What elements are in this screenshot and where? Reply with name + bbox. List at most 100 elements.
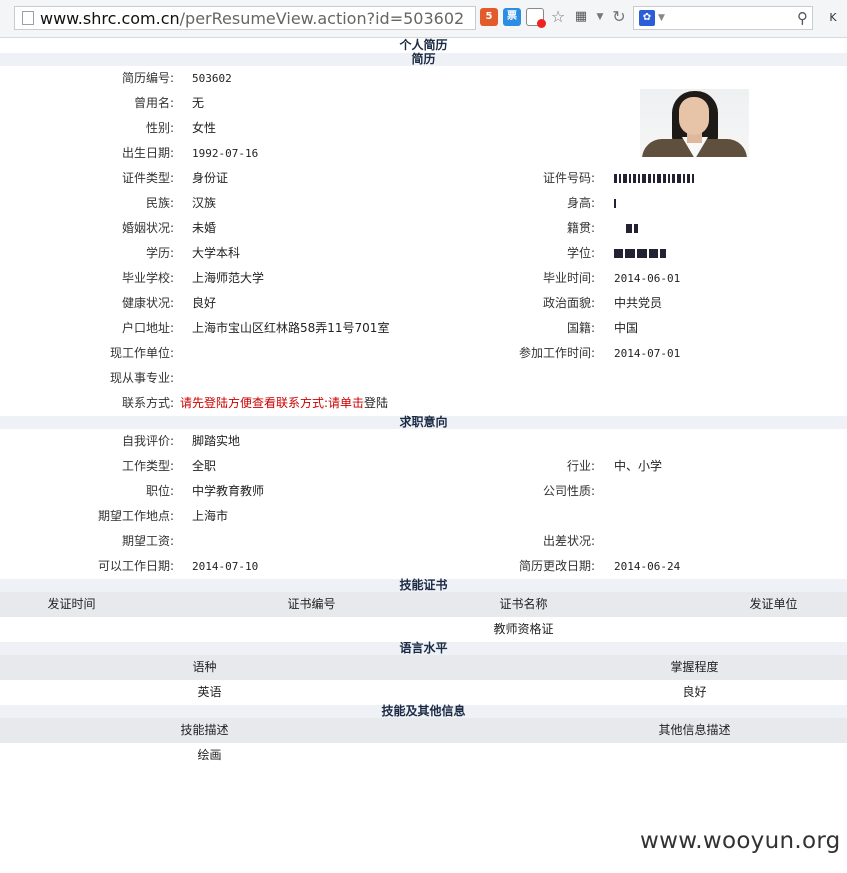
- section-resume: 简历: [0, 53, 847, 66]
- section-language: 语言水平: [0, 642, 847, 655]
- table-cell: 绘画: [197, 748, 222, 762]
- url-path: /perResumeView.action?id=503602: [179, 8, 465, 28]
- label: 工作类型:: [121, 459, 174, 473]
- label: 民族:: [145, 196, 174, 210]
- redacted-degree: [614, 241, 668, 266]
- row-gender: 性别: 女性: [0, 116, 847, 141]
- value: 女性: [192, 121, 217, 135]
- label: 户口地址:: [121, 321, 174, 335]
- value: 上海市宝山区红林路58弄11号701室: [192, 321, 390, 335]
- row-edu: 学历: 大学本科 学位:: [0, 241, 847, 266]
- column-header: 证书名称: [499, 597, 548, 611]
- row-employer: 现工作单位: 参加工作时间: 2014-07-01: [0, 341, 847, 366]
- row-address: 户口地址: 上海市宝山区红林路58弄11号701室 国籍: 中国: [0, 316, 847, 341]
- address-bar[interactable]: www.shrc.com.cn/perResumeView.action?id=…: [14, 6, 476, 30]
- value: 1992-07-16: [192, 147, 259, 160]
- label: 国籍:: [566, 321, 595, 335]
- value: 中学教育教师: [192, 484, 265, 498]
- row-ethnic: 民族: 汉族 身高:: [0, 191, 847, 216]
- label: 联系方式:: [121, 396, 174, 410]
- url-host: www.shrc.com.cn: [40, 8, 180, 28]
- label: 健康状况:: [121, 296, 174, 310]
- k-button[interactable]: K: [822, 6, 844, 30]
- label: 政治面貌:: [542, 296, 595, 310]
- label: 简历更改日期:: [518, 559, 595, 573]
- value: 未婚: [192, 221, 217, 235]
- paw-icon[interactable]: ✿: [639, 10, 655, 26]
- chevron-down-icon[interactable]: ▼: [658, 13, 665, 23]
- label: 行业:: [566, 459, 595, 473]
- page-icon: [22, 11, 34, 25]
- browser-toolbar: www.shrc.com.cn/perResumeView.action?id=…: [0, 0, 847, 38]
- html5-icon[interactable]: 5: [480, 8, 498, 26]
- label: 学位:: [566, 246, 595, 260]
- row-alias: 曾用名: 无: [0, 91, 847, 116]
- section-skills-cert: 技能证书: [0, 579, 847, 592]
- value: 上海师范大学: [192, 271, 265, 285]
- label: 简历编号:: [121, 71, 174, 85]
- label: 现工作单位:: [109, 346, 174, 360]
- column-header: 发证单位: [749, 597, 798, 611]
- row-major: 现从事专业:: [0, 366, 847, 391]
- column-header: 发证时间: [47, 597, 96, 611]
- value: 大学本科: [192, 246, 241, 260]
- label: 证件类型:: [121, 171, 174, 185]
- row-marital: 婚姻状况: 未婚 籍贯:: [0, 216, 847, 241]
- row-contact: 联系方式: 请先登陆方便查看联系方式:请单击登陆: [0, 391, 847, 416]
- row-idtype: 证件类型: 身份证 证件号码:: [0, 166, 847, 191]
- label: 自我评价:: [121, 434, 174, 448]
- label: 出差状况:: [542, 534, 595, 548]
- row-self: 自我评价: 脚踏实地: [0, 429, 847, 454]
- value: 脚踏实地: [192, 434, 241, 448]
- login-link[interactable]: 登陆: [364, 396, 388, 410]
- search-input[interactable]: ✿ ▼ ⚲: [633, 6, 813, 30]
- block-icon[interactable]: [526, 8, 546, 28]
- other-table-header: 技能描述 其他信息描述: [0, 718, 847, 743]
- redacted-id-number: [614, 166, 696, 191]
- value: 2014-07-01: [614, 347, 681, 360]
- label: 证件号码:: [542, 171, 595, 185]
- url-text[interactable]: www.shrc.com.cn/perResumeView.action?id=…: [40, 9, 464, 28]
- row-id: 简历编号: 503602: [0, 66, 847, 91]
- label: 籍贯:: [566, 221, 595, 235]
- value: 中共党员: [614, 296, 663, 310]
- section-intent: 求职意向: [0, 416, 847, 429]
- table-row: 英语 良好: [0, 680, 847, 705]
- ticket-icon[interactable]: 票: [503, 8, 521, 26]
- label: 毕业学校:: [121, 271, 174, 285]
- column-header: 证书编号: [287, 597, 336, 611]
- row-available: 可以工作日期: 2014-07-10 简历更改日期: 2014-06-24: [0, 554, 847, 579]
- label: 期望工资:: [121, 534, 174, 548]
- label: 期望工作地点:: [97, 509, 174, 523]
- search-icon[interactable]: ⚲: [797, 9, 808, 27]
- value: 2014-07-10: [192, 560, 259, 573]
- label: 学历:: [145, 246, 174, 260]
- row-health: 健康状况: 良好 政治面貌: 中共党员: [0, 291, 847, 316]
- row-jobtype: 工作类型: 全职 行业: 中、小学: [0, 454, 847, 479]
- login-notice: 请先登陆方便查看联系方式:请单击: [180, 396, 365, 410]
- contact-notice: 请先登陆方便查看联系方式:请单击登陆: [180, 391, 388, 416]
- cert-table-header: 发证时间 证书编号 证书名称 发证单位: [0, 592, 847, 617]
- column-header: 其他信息描述: [658, 723, 731, 737]
- label: 毕业时间:: [542, 271, 595, 285]
- column-header: 技能描述: [180, 723, 229, 737]
- table-cell: 教师资格证: [493, 622, 554, 636]
- value: 上海市: [192, 509, 229, 523]
- row-location: 期望工作地点: 上海市: [0, 504, 847, 529]
- language-table-header: 语种 掌握程度: [0, 655, 847, 680]
- page-title: 个人简历: [399, 38, 448, 52]
- table-cell: 良好: [682, 685, 707, 699]
- row-school: 毕业学校: 上海师范大学 毕业时间: 2014-06-01: [0, 266, 847, 291]
- value: 中国: [614, 321, 639, 335]
- chevron-down-icon[interactable]: ▼: [595, 8, 605, 26]
- resume-page: 个人简历 简历 简历编号: 503602 曾用名: 无 性别: 女性 出生日期: 199…: [0, 38, 847, 768]
- redacted-native: [626, 216, 640, 241]
- label: 现从事专业:: [109, 371, 174, 385]
- qr-icon[interactable]: ▦: [572, 8, 590, 26]
- refresh-icon[interactable]: ↻: [610, 8, 628, 26]
- table-row: 绘画: [0, 743, 847, 768]
- star-icon[interactable]: ☆: [549, 8, 567, 26]
- label: 性别:: [145, 121, 174, 135]
- value: 身份证: [192, 171, 229, 185]
- label: 公司性质:: [542, 484, 595, 498]
